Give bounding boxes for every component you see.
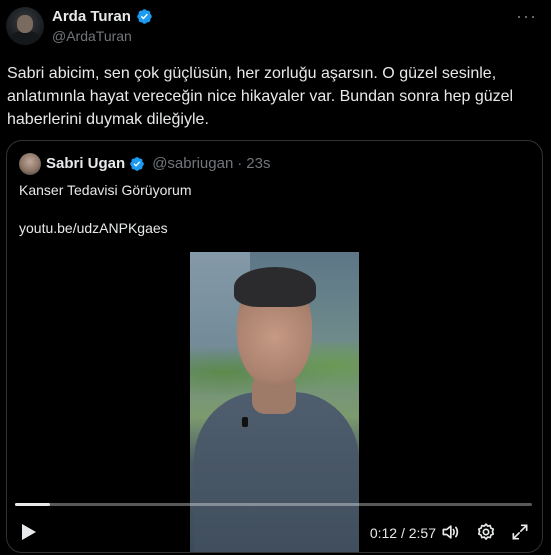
settings-gear-icon[interactable] — [476, 522, 496, 542]
video-progress-fill — [15, 503, 51, 506]
tweet[interactable]: Arda Turan @ArdaTuran ··· Sabri abicim, … — [0, 0, 551, 555]
quote-author-avatar[interactable] — [19, 153, 41, 175]
quote-header: Sabri Ugan @sabriugan · 23s — [46, 155, 270, 172]
author-avatar[interactable] — [6, 7, 44, 45]
quote-author-handle[interactable]: @sabriugan — [152, 155, 233, 172]
video-person-hair — [234, 267, 316, 307]
tweet-text: Sabri abicim, sen çok güçlüsün, her zorl… — [7, 65, 514, 128]
quote-text: Kanser Tedavisi Görüyorum — [19, 182, 192, 198]
author-name-row: Arda Turan — [52, 8, 153, 25]
lapel-microphone — [242, 417, 248, 427]
volume-icon[interactable] — [440, 522, 460, 542]
verified-badge-icon — [130, 156, 145, 171]
separator-dot: · — [237, 155, 243, 172]
video-progress-bar[interactable] — [15, 503, 532, 506]
quote-timestamp[interactable]: 23s — [246, 155, 270, 172]
author-name[interactable]: Arda Turan — [52, 8, 131, 25]
video-person-shirt — [194, 392, 359, 552]
quote-author-name[interactable]: Sabri Ugan — [46, 155, 125, 172]
quoted-tweet[interactable]: Sabri Ugan @sabriugan · 23s Kanser Tedav… — [6, 140, 543, 553]
quote-link[interactable]: youtu.be/udzANPKgaes — [19, 220, 168, 236]
video-time: 0:12 / 2:57 — [369, 525, 436, 541]
play-icon[interactable] — [21, 523, 37, 541]
fullscreen-icon[interactable] — [510, 522, 530, 542]
author-handle[interactable]: @ArdaTuran — [52, 28, 132, 44]
verified-badge-icon — [137, 9, 152, 24]
video-player[interactable] — [190, 252, 359, 552]
more-icon[interactable]: ··· — [516, 6, 537, 27]
